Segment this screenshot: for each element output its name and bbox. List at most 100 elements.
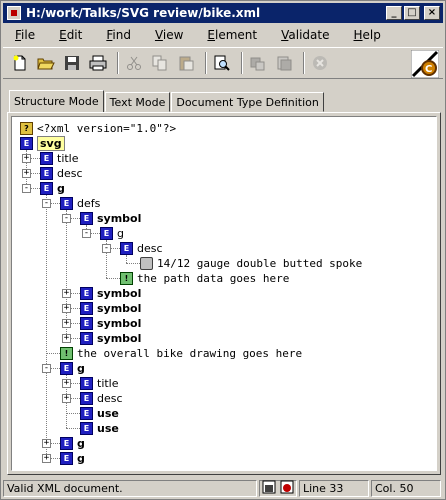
status-bar: Valid XML document. Line 33 Col. 50 [3, 479, 443, 497]
tree-node-elem[interactable]: Esymbol [80, 301, 141, 316]
title-bar[interactable]: H:/work/Talks/SVG review/bike.xml _ □ × [3, 3, 443, 23]
expand-toggle[interactable]: + [62, 304, 71, 313]
minimize-button[interactable]: _ [386, 6, 402, 20]
toolbar-separator [303, 52, 305, 74]
element-icon: E [80, 317, 93, 330]
expand-toggle[interactable]: + [42, 439, 51, 448]
tree-node-elem[interactable]: Edesc [120, 241, 163, 256]
open-folder-icon[interactable] [35, 52, 57, 74]
print-icon[interactable] [87, 52, 109, 74]
tree-node-text[interactable]: 14/12 gauge double butted spoke [140, 256, 362, 271]
collapse-toggle[interactable]: - [62, 214, 71, 223]
mode-tabs: Structure Mode Text Mode Document Type Def… [9, 90, 325, 112]
menu-label-rest: dit [66, 28, 83, 42]
tree-node-elem[interactable]: Eg [100, 226, 124, 241]
expand-toggle[interactable]: + [62, 379, 71, 388]
tree-connector [46, 195, 47, 458]
validation-status-icon [280, 480, 294, 497]
comment-icon: ! [60, 347, 73, 360]
tree-node-label: the overall bike drawing goes here [77, 347, 303, 360]
menu-label-rest: iew [162, 28, 184, 42]
element-icon: E [100, 227, 113, 240]
collapse-toggle[interactable]: - [42, 364, 51, 373]
tree-node-elem[interactable]: Esymbol [80, 316, 141, 331]
tree-connector [66, 428, 80, 429]
find-icon[interactable] [211, 52, 233, 74]
toolbar-separator [205, 52, 207, 74]
tree-node-comment[interactable]: ! the path data goes here [120, 271, 289, 286]
tree-node-elem[interactable]: Eg [60, 361, 85, 376]
tree-node-elem[interactable]: Etitle [80, 376, 119, 391]
cut-icon[interactable] [123, 52, 145, 74]
menu-view[interactable]: View [143, 28, 195, 42]
collapse-toggle[interactable]: - [42, 199, 51, 208]
structure-tree[interactable]: ? <?xml version="1.0"?> Esvg Etitle + Edesc + E… [11, 116, 437, 471]
tree-node-elem[interactable]: Euse [80, 421, 119, 436]
tree-node-elem[interactable]: Etitle [40, 151, 79, 166]
svg-text:C: C [425, 64, 432, 75]
expand-toggle[interactable]: + [42, 454, 51, 463]
expand-toggle[interactable]: + [62, 289, 71, 298]
tree-node-elem[interactable]: Eg [60, 436, 85, 451]
copy-node-icon[interactable] [247, 52, 269, 74]
collapse-toggle[interactable]: - [22, 184, 31, 193]
tree-node-label: desc [57, 167, 83, 180]
element-icon: E [80, 377, 93, 390]
menu-label-rest: ile [21, 28, 36, 42]
tree-connector [46, 353, 60, 354]
tree-connector [66, 413, 80, 414]
tree-panel: ? <?xml version="1.0"?> Esvg Etitle + Edesc + E… [7, 112, 441, 475]
element-icon: E [40, 167, 53, 180]
menu-validate[interactable]: Validate [269, 28, 341, 42]
tree-node-elem[interactable]: Edesc [80, 391, 123, 406]
menu-file[interactable]: File [3, 28, 47, 42]
tree-node-label: use [97, 407, 119, 420]
app-window: H:/work/Talks/SVG review/bike.xml _ □ × … [0, 0, 446, 500]
tree-node-elem[interactable]: Esymbol [80, 211, 141, 226]
tree-node-elem[interactable]: Edefs [60, 196, 100, 211]
collapse-toggle[interactable]: - [82, 229, 91, 238]
paste-node-icon[interactable] [273, 52, 295, 74]
copy-icon[interactable] [149, 52, 171, 74]
toolbar: C [3, 47, 443, 79]
menu-help[interactable]: Help [342, 28, 393, 42]
tab-document-type-definition[interactable]: Document Type Definition [171, 92, 324, 112]
document-status-icon [262, 480, 276, 497]
line-indicator: Line 33 [299, 479, 369, 497]
stop-icon[interactable] [309, 52, 331, 74]
menu-element[interactable]: Element [195, 28, 269, 42]
tree-connector [126, 255, 127, 263]
tree-node-elem[interactable]: Esymbol [80, 286, 141, 301]
element-icon: E [20, 137, 33, 150]
close-button[interactable]: × [424, 6, 440, 20]
element-icon: E [80, 332, 93, 345]
expand-toggle[interactable]: + [62, 394, 71, 403]
tree-node-elem[interactable]: Edesc [40, 166, 83, 181]
expand-toggle[interactable]: + [62, 334, 71, 343]
tree-node-elem[interactable]: Esymbol [80, 331, 141, 346]
tab-structure-mode[interactable]: Structure Mode [9, 90, 104, 112]
tree-node-comment[interactable]: ! the overall bike drawing goes here [60, 346, 302, 361]
menu-find[interactable]: Find [94, 28, 143, 42]
tree-connector [126, 263, 140, 264]
new-document-icon[interactable] [9, 52, 31, 74]
collapse-toggle[interactable]: - [102, 244, 111, 253]
menu-label-rest: ind [112, 28, 131, 42]
tree-node-elem[interactable]: Eg [40, 181, 65, 196]
status-icons [259, 479, 297, 497]
tree-node-elem[interactable]: Eg [60, 451, 85, 466]
save-icon[interactable] [61, 52, 83, 74]
maximize-button[interactable]: □ [404, 6, 420, 20]
status-message: Valid XML document. [3, 479, 257, 497]
tree-connector [106, 278, 120, 279]
expand-toggle[interactable]: + [22, 169, 31, 178]
tree-node-elem[interactable]: Esvg [20, 136, 65, 151]
paste-icon[interactable] [175, 52, 197, 74]
tree-node-elem[interactable]: Euse [80, 406, 119, 421]
tree-node-label: symbol [97, 287, 142, 300]
expand-toggle[interactable]: + [22, 154, 31, 163]
menu-edit[interactable]: Edit [47, 28, 94, 42]
tab-text-mode[interactable]: Text Mode [104, 92, 171, 112]
tree-node-pi[interactable]: ? <?xml version="1.0"?> [20, 121, 176, 136]
expand-toggle[interactable]: + [62, 319, 71, 328]
